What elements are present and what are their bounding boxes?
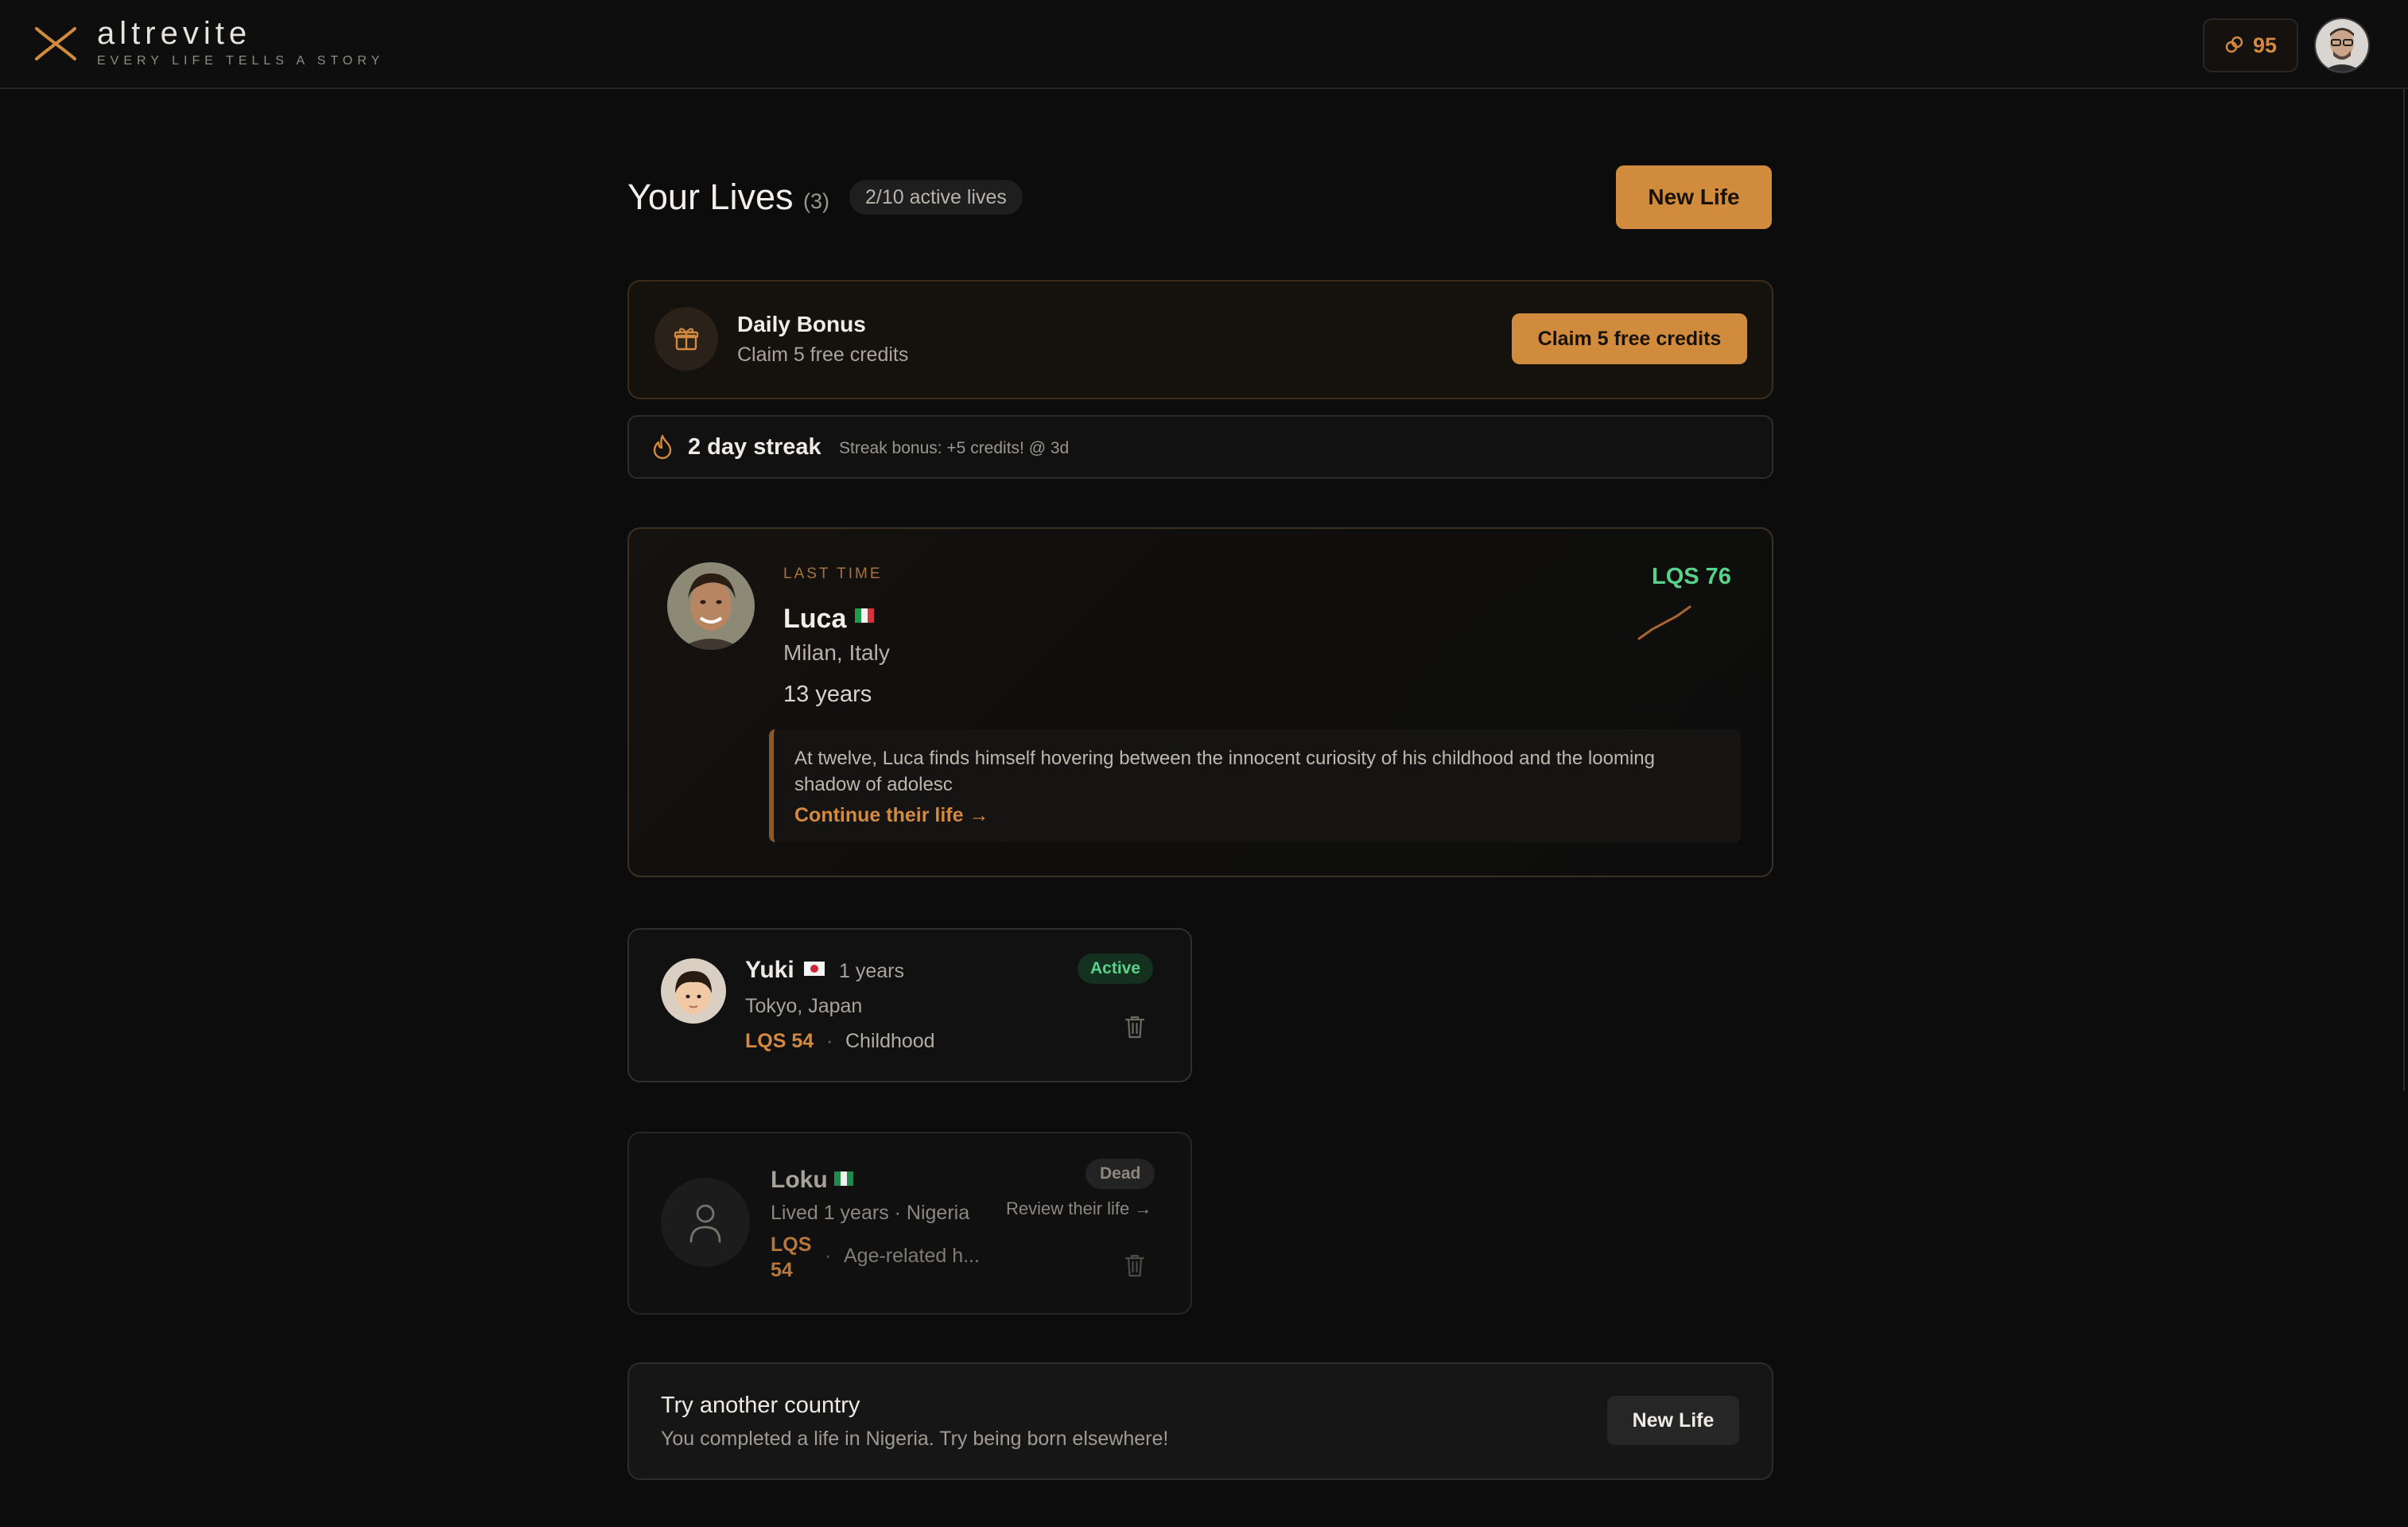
lqs-sparkline bbox=[1637, 605, 1691, 640]
life-age: 1 years bbox=[839, 960, 904, 982]
brand-tagline: EVERY LIFE TELLS A STORY bbox=[97, 54, 385, 68]
death-cause: Age-related h... bbox=[844, 1245, 980, 1267]
daily-bonus-card: Daily Bonus Claim 5 free credits Claim 5… bbox=[627, 280, 1773, 399]
new-life-secondary-button[interactable]: New Life bbox=[1607, 1396, 1739, 1445]
credits-balance[interactable]: 95 bbox=[2203, 18, 2298, 72]
top-bar: altrevite EVERY LIFE TELLS A STORY 95 bbox=[0, 0, 2408, 89]
user-avatar[interactable] bbox=[2314, 17, 2370, 73]
life-card-loku[interactable]: Loku Lived 1 years · Nigeria LQS 54 · Ag… bbox=[627, 1132, 1192, 1315]
trash-icon[interactable] bbox=[1124, 1253, 1146, 1278]
life-name: Loku bbox=[771, 1167, 828, 1193]
life-name: Yuki bbox=[745, 957, 794, 983]
flame-icon bbox=[653, 434, 672, 460]
streak-card: 2 day streak Streak bonus: +5 credits! @… bbox=[627, 415, 1773, 479]
life-summary: Lived 1 years · Nigeria bbox=[771, 1202, 970, 1224]
lives-count: (3) bbox=[803, 189, 829, 213]
gift-icon bbox=[654, 307, 718, 371]
suggestion-subtitle: You completed a life in Nigeria. Try bei… bbox=[661, 1428, 1169, 1450]
lqs-score: LQS 54 bbox=[745, 1030, 814, 1052]
status-badge: Active bbox=[1078, 954, 1154, 984]
brand-name[interactable]: altrevite bbox=[97, 16, 251, 52]
lqs-score: LQS 54 bbox=[771, 1234, 812, 1281]
logo-icon[interactable] bbox=[33, 25, 78, 62]
lqs-score: LQS 76 bbox=[1652, 564, 1731, 589]
yuki-avatar bbox=[661, 958, 726, 1024]
separator-dot: · bbox=[825, 1245, 832, 1267]
suggestion-title: Try another country bbox=[661, 1393, 860, 1418]
last-life-card[interactable]: LAST TIME Luca Milan, Italy 13 years LQS… bbox=[627, 527, 1773, 877]
life-name: Luca bbox=[783, 604, 847, 634]
claim-credits-button[interactable]: Claim 5 free credits bbox=[1512, 313, 1747, 364]
review-life-link[interactable]: Review their life → bbox=[1006, 1199, 1152, 1219]
bonus-subtitle: Claim 5 free credits bbox=[737, 344, 909, 366]
try-another-country-card: Try another country You completed a life… bbox=[627, 1362, 1773, 1480]
credits-count: 95 bbox=[2252, 33, 2278, 57]
active-lives-badge: 2/10 active lives bbox=[849, 180, 1023, 215]
trash-icon[interactable] bbox=[1124, 1014, 1146, 1039]
japan-flag-icon bbox=[804, 962, 825, 976]
luca-avatar bbox=[667, 562, 755, 650]
page-title: Your Lives bbox=[627, 177, 794, 217]
separator-dot: · bbox=[826, 1030, 833, 1052]
new-life-button[interactable]: New Life bbox=[1616, 165, 1772, 229]
person-placeholder-icon bbox=[661, 1178, 750, 1267]
life-age: 13 years bbox=[783, 682, 872, 707]
life-location: Tokyo, Japan bbox=[745, 995, 863, 1017]
story-text: At twelve, Luca finds himself hovering b… bbox=[794, 748, 1655, 795]
story-excerpt: At twelve, Luca finds himself hovering b… bbox=[769, 729, 1741, 842]
italy-flag-icon bbox=[855, 608, 874, 623]
life-stage: Childhood bbox=[845, 1030, 935, 1052]
nigeria-flag-icon bbox=[834, 1171, 853, 1186]
credits-icon bbox=[2225, 36, 2243, 53]
life-location: Milan, Italy bbox=[783, 640, 890, 665]
scrollbar[interactable] bbox=[2403, 89, 2405, 1091]
bonus-title: Daily Bonus bbox=[737, 312, 866, 336]
life-card-yuki[interactable]: Yuki 1 years Tokyo, Japan LQS 54 · Child… bbox=[627, 928, 1192, 1082]
streak-title: 2 day streak bbox=[688, 434, 821, 460]
streak-bonus-note: Streak bonus: +5 credits! @ 3d bbox=[839, 439, 1070, 457]
status-badge: Dead bbox=[1086, 1159, 1155, 1189]
last-time-label: LAST TIME bbox=[783, 565, 883, 582]
continue-life-link[interactable]: Continue their life → bbox=[794, 804, 988, 827]
